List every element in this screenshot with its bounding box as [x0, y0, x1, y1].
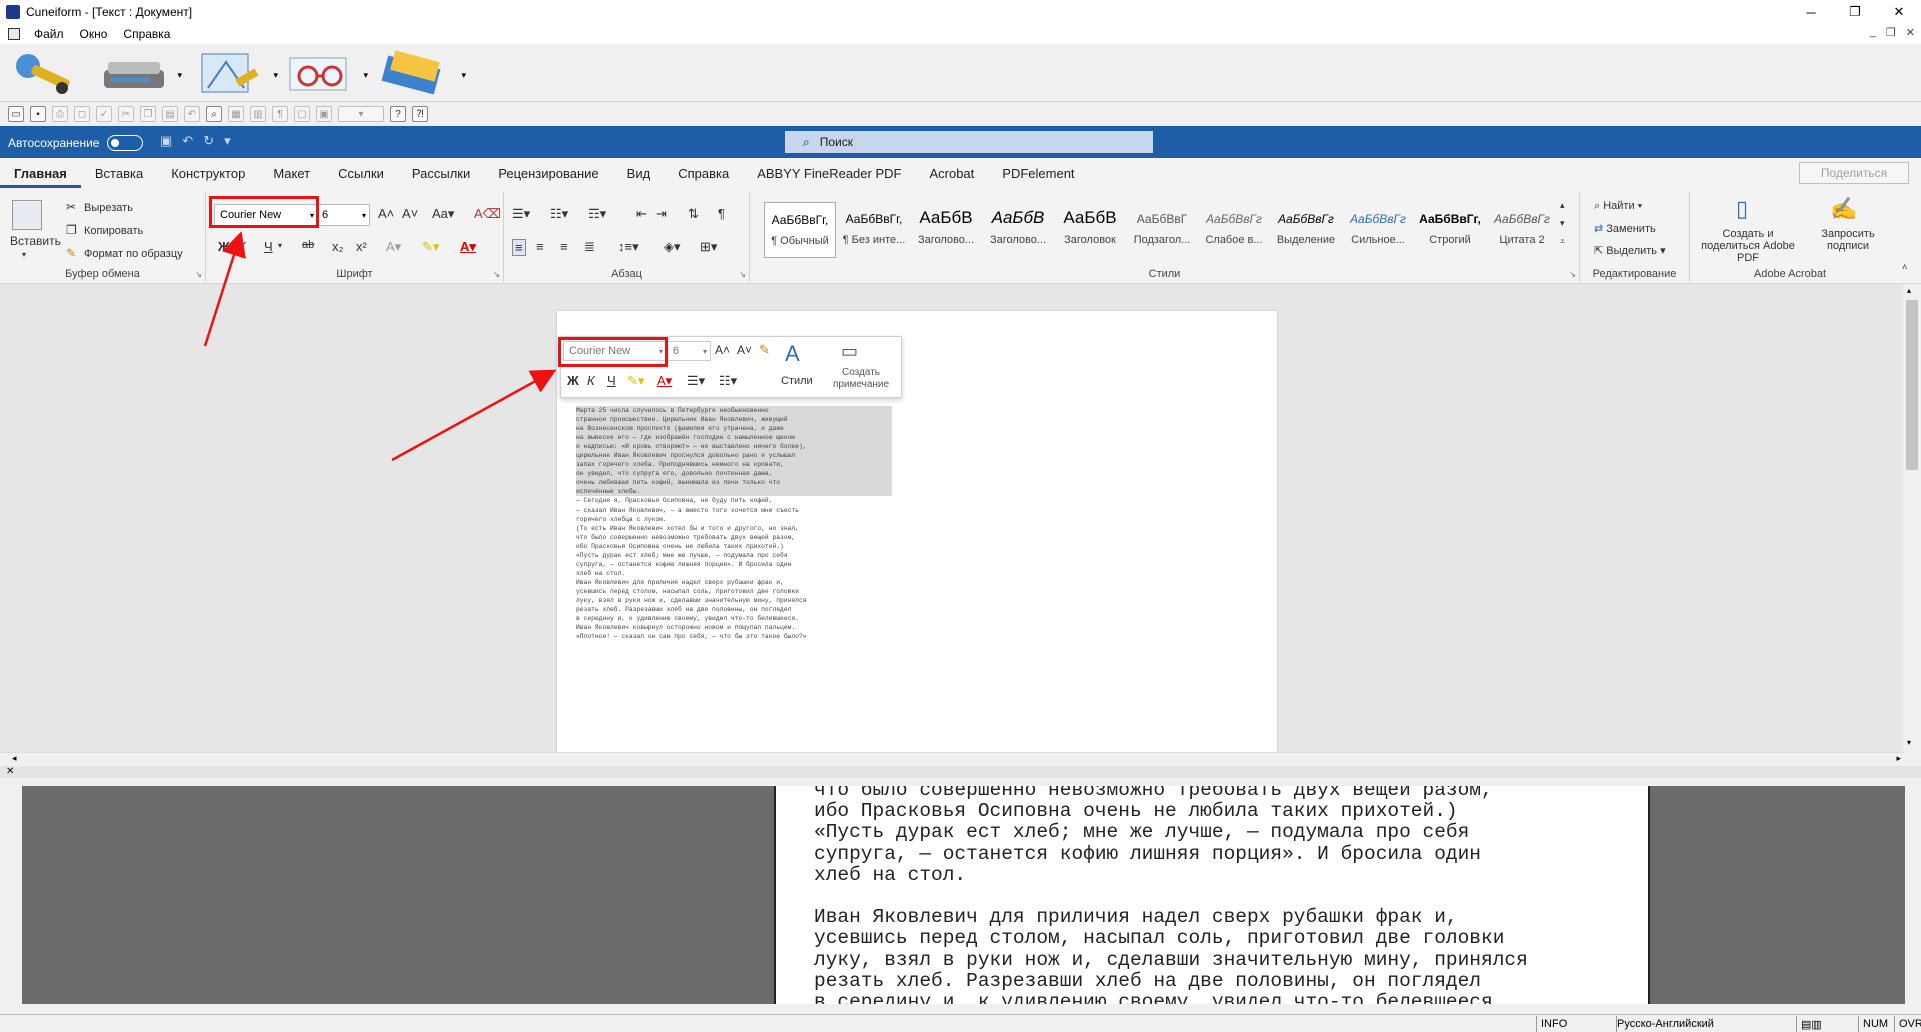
status-info: INFO — [1536, 1016, 1616, 1032]
status-ovr: OVR — [1894, 1016, 1921, 1032]
image-pane: что было совершенно невозможно требовать… — [22, 786, 1905, 1004]
status-bar: INFO Русско-Английский ▤▥ NUM OVR — [0, 1014, 1921, 1032]
pane-splitter[interactable]: ✕ — [0, 766, 1921, 778]
scanned-text: что было совершенно невозможно требовать… — [814, 786, 1528, 1004]
status-num: NUM — [1858, 1016, 1894, 1032]
image-pane-scrollbar[interactable] — [1905, 786, 1921, 1004]
scanned-page: что было совершенно невозможно требовать… — [774, 786, 1650, 1004]
close-pane-icon[interactable]: ✕ — [6, 766, 14, 777]
status-view-icon[interactable]: ▤▥ — [1796, 1016, 1858, 1032]
horizontal-scrollbar[interactable]: ◂ ▸ — [0, 752, 1905, 766]
scroll-right-icon[interactable]: ▸ — [1896, 753, 1901, 764]
arrow-to-ribbon-font — [203, 231, 246, 347]
status-language: Русско-Английский — [1616, 1016, 1796, 1032]
image-pane-ruler — [8, 786, 20, 1004]
arrow-to-mini-font — [391, 369, 557, 462]
scroll-left-icon[interactable]: ◂ — [12, 753, 17, 764]
